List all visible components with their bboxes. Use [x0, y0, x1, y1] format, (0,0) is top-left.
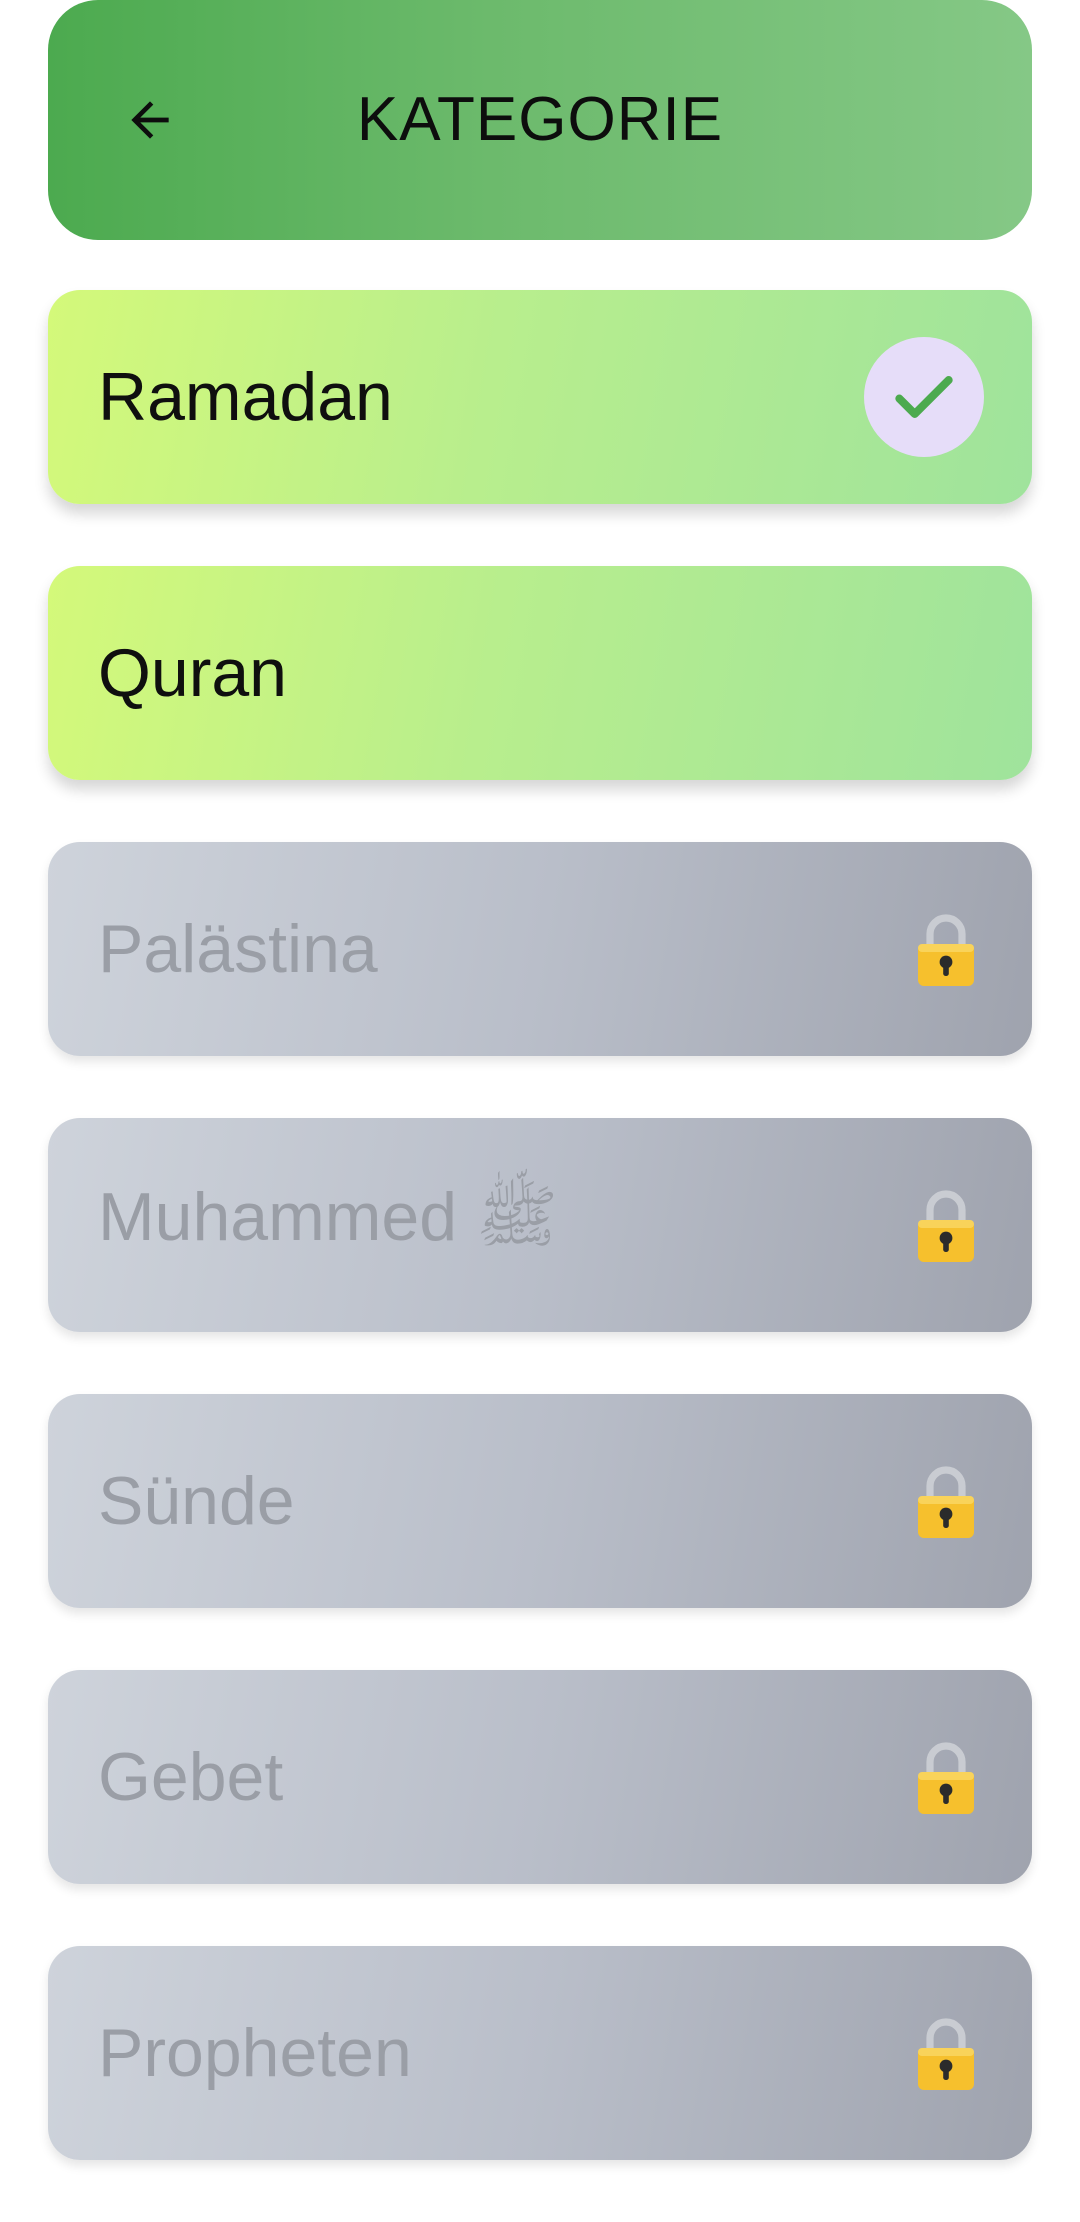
- category-card-ramadan[interactable]: Ramadan: [48, 290, 1032, 504]
- category-label: Sünde: [98, 1463, 295, 1539]
- selected-badge: [864, 337, 984, 457]
- lock-icon: [914, 1464, 978, 1540]
- category-card-suende[interactable]: Sünde: [48, 1394, 1032, 1608]
- page-title: KATEGORIE: [356, 85, 724, 154]
- category-label: Gebet: [98, 1739, 284, 1815]
- check-icon: [895, 376, 953, 418]
- category-label: Ramadan: [98, 359, 393, 435]
- category-list: Ramadan Quran Palästina Muhammed ﷺ Sünde…: [48, 290, 1032, 2222]
- category-card-gebet[interactable]: Gebet: [48, 1670, 1032, 1884]
- category-card-quran[interactable]: Quran: [48, 566, 1032, 780]
- lock-icon: [914, 912, 978, 988]
- category-label: Muhammed ﷺ: [98, 1179, 559, 1255]
- lock-icon: [914, 1740, 978, 1816]
- category-card-palaestina[interactable]: Palästina: [48, 842, 1032, 1056]
- lock-icon: [914, 2016, 978, 2092]
- category-card-propheten[interactable]: Propheten: [48, 1946, 1032, 2160]
- category-card-muhammed[interactable]: Muhammed ﷺ: [48, 1118, 1032, 1332]
- category-label: Palästina: [98, 911, 378, 987]
- lock-icon: [914, 1188, 978, 1264]
- category-label: Propheten: [98, 2015, 412, 2091]
- category-label: Quran: [98, 635, 287, 711]
- app-header: KATEGORIE: [48, 0, 1032, 240]
